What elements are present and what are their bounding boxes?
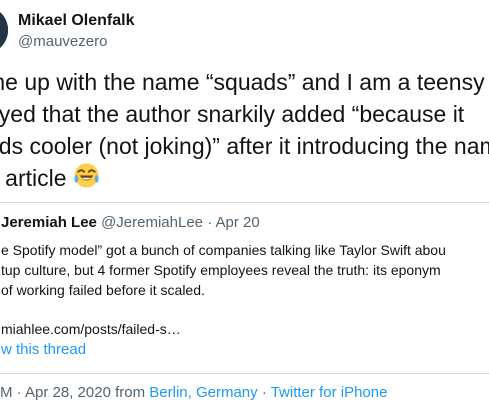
tweet-date[interactable]: Apr 28, 2020: [25, 384, 111, 401]
quoted-author-handle[interactable]: @JeremiahLee: [101, 214, 203, 231]
tweet-time[interactable]: PM: [0, 384, 13, 401]
tweet-text-line-1: me up with the name “squads” and I am a …: [0, 69, 489, 95]
author-handle[interactable]: @mauvezero: [18, 33, 107, 50]
tweet-text-line-2: oyed that the author snarkily added “bec…: [0, 101, 465, 127]
quoted-tweet-line-1: e Spotify model” got a bunch of companie…: [1, 242, 446, 258]
quoted-article-link[interactable]: miahlee.com/posts/failed-s…: [1, 319, 181, 339]
tweet-text-line-4: e article: [0, 162, 489, 194]
quoted-tweet-header: Jeremiah Lee @JeremiahLee · Apr 20: [1, 213, 260, 233]
profile-photo-icon: [0, 6, 8, 54]
avatar[interactable]: [0, 6, 8, 54]
quoted-tweet-line-3: of working failed before it scaled.: [1, 282, 205, 298]
quoted-tweet-text: e Spotify model” got a bunch of companie…: [1, 240, 489, 300]
tweet-footer-meta: PM · Apr 28, 2020 from Berlin, Germany ·…: [0, 383, 387, 403]
face-with-tears-of-joy-icon: [74, 163, 99, 188]
footer-separator-1: ·: [16, 384, 22, 401]
client-link[interactable]: Twitter for iPhone: [271, 384, 388, 401]
quoted-tweet-date[interactable]: Apr 20: [216, 214, 260, 231]
quoted-date-separator: ·: [207, 214, 213, 231]
tweet-text-line-4-text: e article: [0, 165, 67, 191]
quoted-author-name[interactable]: Jeremiah Lee: [1, 214, 97, 231]
quoted-tweet-line-2: tup culture, but 4 former Spotify employ…: [1, 262, 441, 278]
tweet-text-line-3: nds cooler (not joking)” after it introd…: [0, 133, 489, 159]
author-name[interactable]: Mikael Olenfalk: [18, 12, 135, 30]
footer-separator-2: ·: [261, 384, 267, 401]
tweet-text: me up with the name “squads” and I am a …: [0, 66, 489, 194]
show-thread-link[interactable]: w this thread: [1, 340, 86, 360]
quoted-tweet-card[interactable]: Jeremiah Lee @JeremiahLee · Apr 20 e Spo…: [0, 202, 489, 374]
location-link[interactable]: Berlin, Germany: [149, 384, 257, 401]
tweet-page: Mikael Olenfalk @mauvezero me up with th…: [0, 0, 489, 408]
from-label: from: [115, 384, 146, 401]
